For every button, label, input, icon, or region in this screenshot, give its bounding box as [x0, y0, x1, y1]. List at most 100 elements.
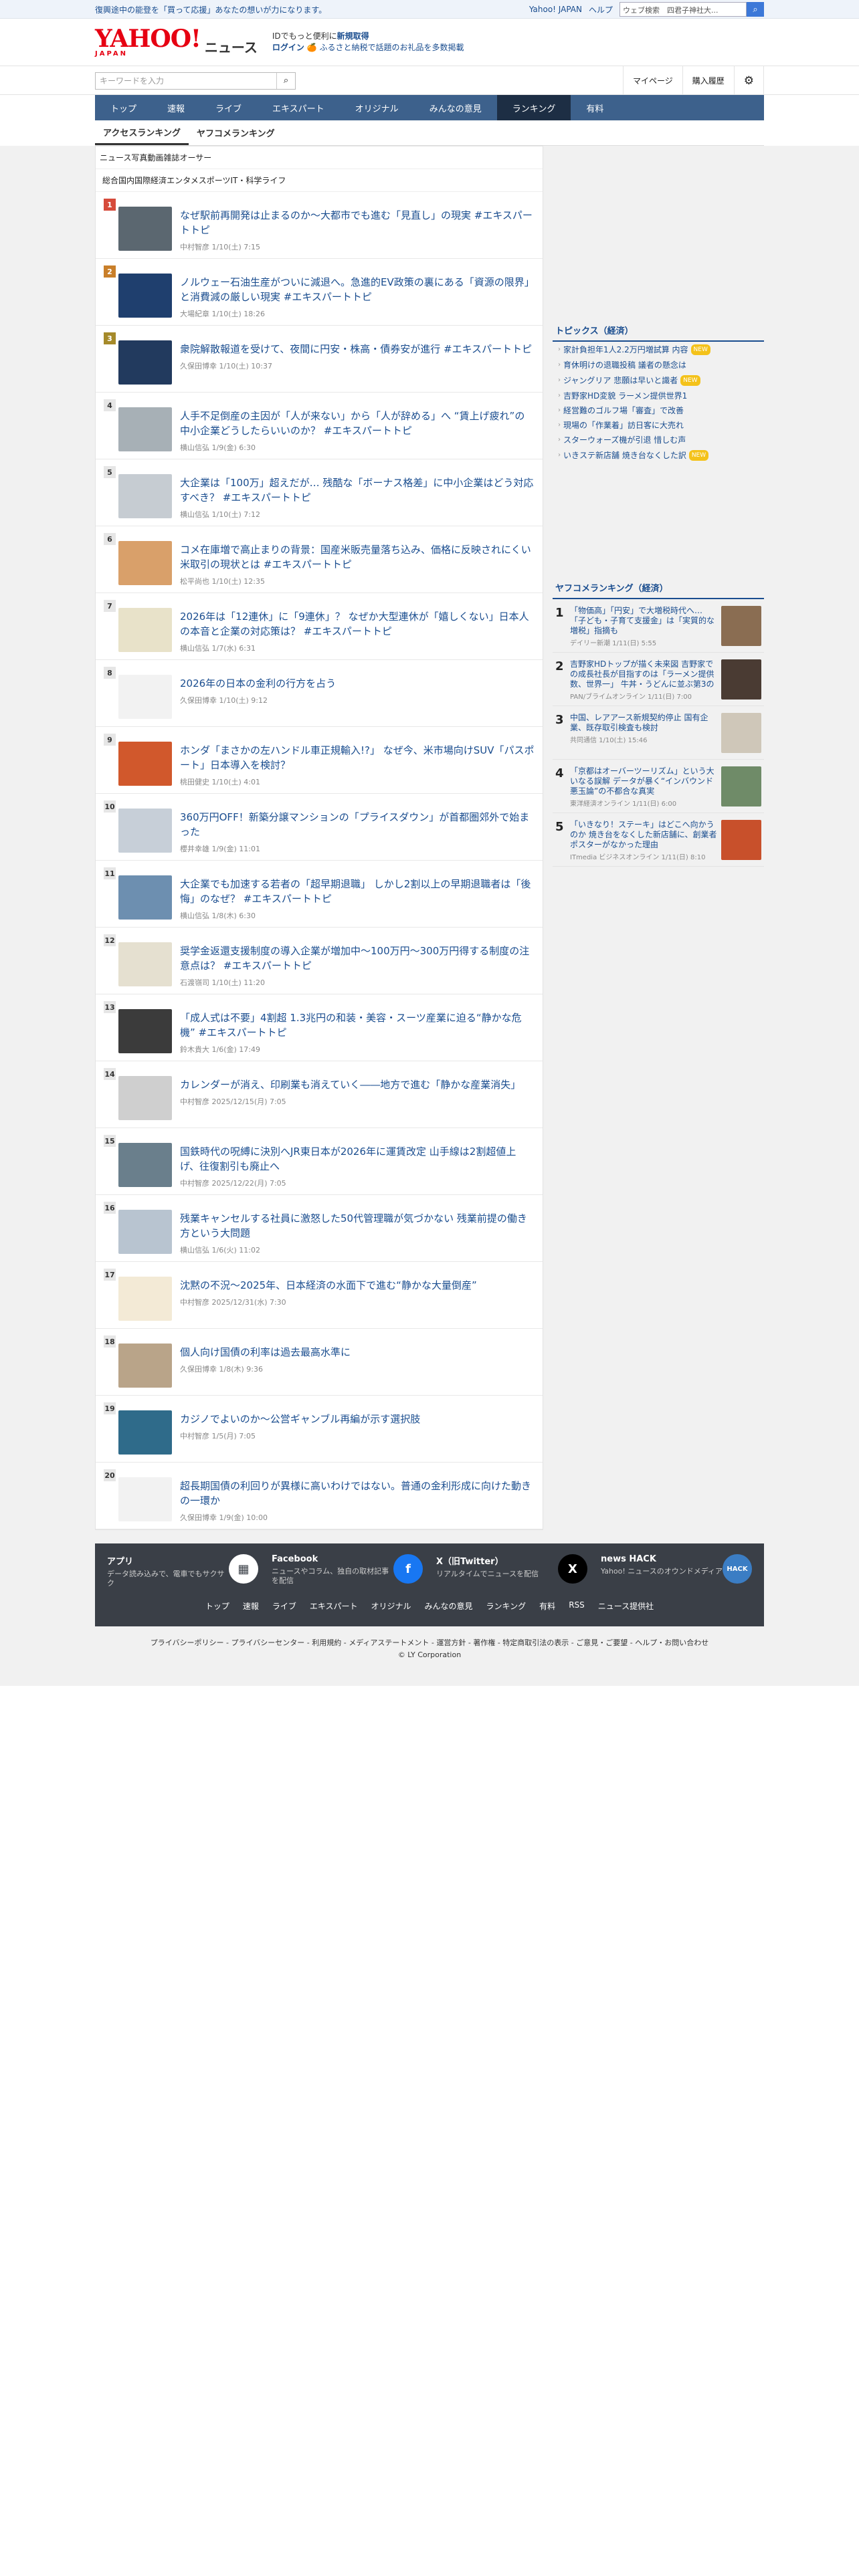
footer-link[interactable]: 有料 — [539, 1600, 555, 1612]
article-meta: 大場紀章 1/10(土) 18:26 — [180, 310, 265, 318]
login-link[interactable]: ログイン — [272, 43, 304, 52]
ranking-item[interactable]: 14 カレンダーが消え、印刷業も消えていく――地方で進む「静かな産業消失」 中村智彦… — [96, 1061, 543, 1128]
footer-link[interactable]: ライブ — [272, 1600, 296, 1612]
gear-icon[interactable]: ⚙ — [733, 66, 764, 95]
footer-link[interactable]: 速報 — [243, 1600, 259, 1612]
ranking-item[interactable]: 5 大企業は「100万」超えだが… 残酷な「ボーナス格差」に中小企業はどう対応すべ… — [96, 459, 543, 526]
comment-ranking-body: 「京都はオーバーツーリズム」という大いなる誤解 データが暴く“インバウンド悪玉論… — [570, 766, 717, 808]
footer-link[interactable]: RSS — [569, 1600, 585, 1612]
footer-link[interactable]: みんなの意見 — [425, 1600, 473, 1612]
bullet-icon: › — [558, 436, 561, 443]
main-nav: トップ 速報 ライブ エキスパート オリジナル みんなの意見 ランキング 有料 — [95, 95, 764, 120]
category-tab[interactable]: 国際 — [134, 175, 151, 186]
nav-item[interactable]: 速報 — [152, 95, 200, 120]
category-tab[interactable]: スポーツ — [199, 175, 231, 186]
media-tab[interactable]: オーサー — [179, 152, 211, 163]
footer-link[interactable]: エキスパート — [310, 1600, 358, 1612]
ranking-item[interactable]: 10 360万円OFF！新築分譲マンションの「プライスダウン」が首都圏郊外で始まっ… — [96, 794, 543, 861]
media-tabs: ニュース 写真 動画 雑誌 オーサー — [96, 146, 543, 169]
comment-ranking-item[interactable]: 2 吉野家HDトップが描く未来図 吉野家での成長社長が目指すのは「ラーメン提供数、… — [553, 653, 764, 706]
footer-link[interactable]: ランキング — [486, 1600, 527, 1612]
category-tab[interactable]: 国内 — [118, 175, 134, 186]
yahoo-japan-link[interactable]: Yahoo! JAPAN — [529, 5, 582, 14]
topic-item[interactable]: › ジャングリア 悲願は早いと識者 NEW — [553, 372, 764, 389]
ranking-item[interactable]: 2 ノルウェー石油生産がついに減退へ。急進的EV政策の裏にある「資源の限界」と消費… — [96, 259, 543, 326]
ranking-item-body: 国鉄時代の呪縛に決別へJR東日本が2026年に運賃改定 山手線は2割超値上げ、往… — [180, 1135, 535, 1194]
topic-item[interactable]: › 現場の「作業着」訪日客に大売れ — [553, 418, 764, 433]
nav-item[interactable]: トップ — [95, 95, 152, 120]
topic-item[interactable]: › 経営難のゴルフ場「審査」で改善 — [553, 403, 764, 418]
ranking-item[interactable]: 11 大企業でも加速する若者の「超早期退職」 しかし2割以上の早期退職者は「後悔」… — [96, 861, 543, 928]
promo-link[interactable]: 復興途中の能登を「買って応援」あなたの想いが力になります。 — [95, 4, 326, 15]
ranking-item[interactable]: 1 なぜ駅前再開発は止まるのか～大都市でも進む「見直し」の現実 #エキスパートトピ… — [96, 192, 543, 259]
ranking-item[interactable]: 13 「成人式は不要」4割超 1.3兆円の和装・美容・スーツ産業に迫る“静かな危機… — [96, 994, 543, 1061]
ranking-item[interactable]: 12 奨学金返還支援制度の導入企業が増加中～100万円～300万円得する制度の注意… — [96, 928, 543, 994]
footer-card[interactable]: アプリ データ読み込みで、電車でもサクサク ▦ — [107, 1554, 258, 1588]
footer-link[interactable]: オリジナル — [371, 1600, 411, 1612]
article-thumbnail — [721, 820, 761, 860]
ranking-item[interactable]: 8 2026年の日本の金利の行方を占う 久保田博幸 1/10(土) 9:12 — [96, 660, 543, 727]
topic-item[interactable]: › いきステ新店舗 焼き台なくした訳 NEW — [553, 447, 764, 463]
ranking-item[interactable]: 7 2026年は「12連休」に「9連休」？ なぜか大型連休が「嬉しくない」日本人の… — [96, 593, 543, 660]
ranking-item[interactable]: 9 ホンダ「まさかの左ハンドル車正規輸入!?」 なぜ今、米市場向けSUV「パスポー… — [96, 727, 543, 794]
nav-item[interactable]: エキスパート — [257, 95, 340, 120]
topic-item[interactable]: › 吉野家HD変貌 ラーメン提供世界1 — [553, 389, 764, 403]
nav-item[interactable]: みんなの意見 — [414, 95, 497, 120]
footer-link[interactable]: トップ — [205, 1600, 229, 1612]
ranking-item[interactable]: 4 人手不足倒産の主因が「人が来ない」から「人が辞める」へ “賃上げ疲れ”の中小企… — [96, 393, 543, 459]
comment-ranking-item[interactable]: 3 中国、レアアース新規契約停止 国有企業、既存取引検査も検討 共同通信 1/10(… — [553, 706, 764, 760]
ranking-item[interactable]: 19 カジノでよいのか～公営ギャンブル再編が示す選択肢 中村智彦 1/5(月) 7:… — [96, 1396, 543, 1463]
ranking-item[interactable]: 18 個人向け国債の利率は過去最高水準に 久保田博幸 1/8(木) 9:36 — [96, 1329, 543, 1396]
media-tab[interactable]: ニュース — [100, 152, 131, 163]
category-tab[interactable]: ライフ — [262, 175, 286, 186]
ranking-item[interactable]: 20 超長期国債の利回りが異様に高いわけではない。普通の金利形成に向けた動きの一環… — [96, 1463, 543, 1529]
subtab[interactable]: ヤフコメランキング — [189, 120, 283, 145]
footer-card[interactable]: news HACK Yahoo! ニュースのオウンドメディア HACK — [601, 1554, 752, 1588]
ranking-item[interactable]: 6 コメ在庫増で高止まりの背景：国産米販売量落ち込み、価格に反映されにくい米取引の… — [96, 526, 543, 593]
article-meta: 石渡嶺司 1/10(土) 11:20 — [180, 978, 265, 987]
help-link[interactable]: ヘルプ — [589, 4, 613, 15]
footer-card-text: アプリ データ読み込みで、電車でもサクサク — [107, 1554, 229, 1588]
comment-ranking-item[interactable]: 5 「いきなり！ステーキ」はどこへ向かうのか 焼き台をなくした新店舗に、創業者ポス… — [553, 813, 764, 867]
nav-item[interactable]: 有料 — [571, 95, 619, 120]
nav-item[interactable]: ライブ — [200, 95, 257, 120]
ranking-item-body: 個人向け国債の利率は過去最高水準に 久保田博幸 1/8(木) 9:36 — [180, 1335, 535, 1395]
article-thumbnail — [118, 942, 172, 986]
web-search-input[interactable]: ウェブ検索 四君子神社大... — [619, 2, 747, 17]
footer-card[interactable]: X（旧Twitter） リアルタイムでニュースを配信 X — [436, 1554, 587, 1588]
web-search-button[interactable]: ⌕ — [747, 2, 764, 17]
topic-item[interactable]: › 育休明けの退職投稿 議者の懸念は — [553, 358, 764, 372]
footer-link[interactable]: ニュース提供社 — [598, 1600, 654, 1612]
article-meta: 桃田健史 1/10(土) 4:01 — [180, 778, 260, 786]
mypage-link[interactable]: マイページ — [622, 66, 682, 95]
ranking-item[interactable]: 15 国鉄時代の呪縛に決別へJR東日本が2026年に運賃改定 山手線は2割超値上げ… — [96, 1128, 543, 1195]
news-search-input[interactable]: キーワードを入力 — [96, 75, 276, 86]
rank-number: 11 — [104, 867, 116, 879]
signup-link[interactable]: 新規取得 — [337, 31, 369, 41]
media-tab[interactable]: 写真 — [131, 152, 147, 163]
ranking-item[interactable]: 3 衆院解散報道を受けて、夜間に円安・株高・債券安が進行 #エキスパートトピ 久保田… — [96, 326, 543, 393]
topic-item[interactable]: › スターウォーズ機が引退 惜しむ声 — [553, 433, 764, 447]
legal-links[interactable]: プライバシーポリシー - プライバシーセンター - 利用規約 - メディアステー… — [0, 1637, 859, 1648]
furusato-link[interactable]: ふるさと納税で話題のお礼品を多数掲載 — [319, 43, 464, 52]
category-tab[interactable]: IT・科学 — [230, 175, 262, 186]
comment-ranking-item[interactable]: 1 「物価高」「円安」で大増税時代へ… 「子ども・子育て支援金」は「実質的な増税」… — [553, 599, 764, 653]
nav-item[interactable]: ランキング — [496, 95, 571, 120]
ranking-item[interactable]: 17 沈黙の不況～2025年、日本経済の水面下で進む“静かな大量倒産” 中村智彦 2… — [96, 1262, 543, 1329]
article-thumbnail — [118, 1009, 172, 1053]
topic-item[interactable]: › 家計負担年1人2.2万円増試算 内容 NEW — [553, 342, 764, 358]
media-tab[interactable]: 動画 — [147, 152, 163, 163]
category-tab[interactable]: エンタメ — [167, 175, 199, 186]
subtab[interactable]: アクセスランキング — [95, 120, 189, 145]
purchase-history-link[interactable]: 購入履歴 — [682, 66, 734, 95]
ranking-item[interactable]: 16 残業キャンセルする社員に激怒した50代管理職が気づかない 残業前提の働き方と… — [96, 1195, 543, 1262]
yahoo-news-logo[interactable]: YAHOO! JAPAN ニュース — [95, 27, 258, 58]
category-tab[interactable]: 総合 — [102, 175, 118, 186]
comment-ranking-item[interactable]: 4 「京都はオーバーツーリズム」という大いなる誤解 データが暴く“インバウンド悪玉… — [553, 760, 764, 813]
media-tab[interactable]: 雑誌 — [163, 152, 179, 163]
category-tab[interactable]: 経済 — [151, 175, 167, 186]
nav-item[interactable]: オリジナル — [340, 95, 414, 120]
topics-list: › 家計負担年1人2.2万円増試算 内容 NEW › 育休明けの退職投稿 議者の懸念は ›… — [553, 342, 764, 463]
footer-card[interactable]: Facebook ニュースやコラム、独自の取材記事を配信 f — [272, 1554, 423, 1588]
news-search-button[interactable]: ⌕ — [276, 72, 295, 89]
